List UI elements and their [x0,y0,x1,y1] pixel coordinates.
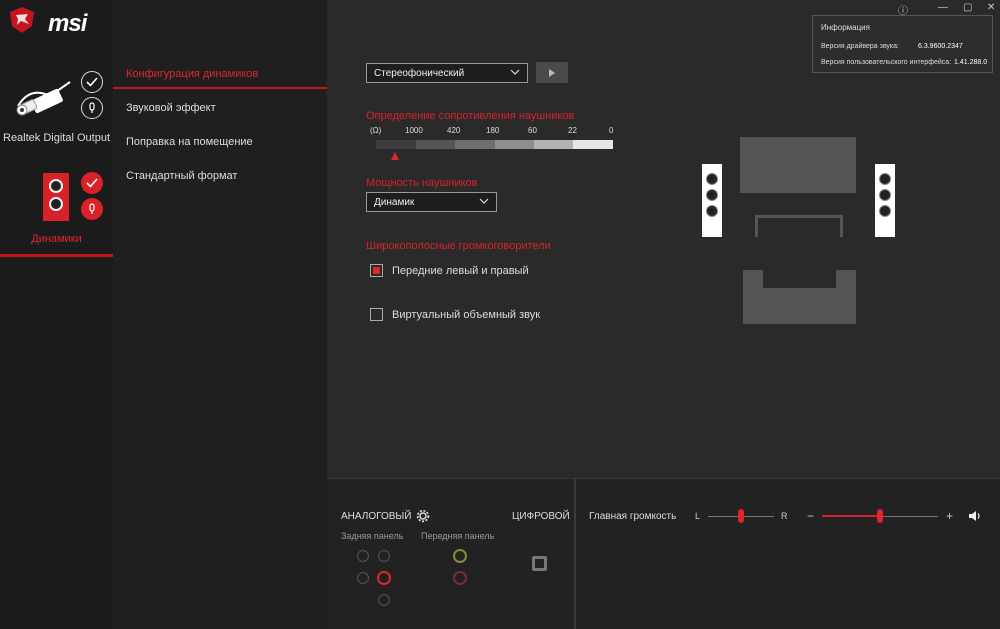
msi-logo: msi [8,6,118,37]
chevron-down-icon [479,198,489,204]
ui-version-value: 1.41.288.0 [954,59,988,66]
minimize-icon[interactable]: — [938,2,948,13]
info-panel: Информация Версия драйвера звука: 6.3.96… [812,15,993,73]
rear-panel-label: Задняя панель [341,531,404,541]
balance-slider-thumb[interactable] [738,509,744,523]
impedance-title: Определение сопротивления наушников [366,110,575,122]
speaker-config-value: Стереофонический [374,68,465,79]
chevron-down-icon [510,69,520,75]
default-device-check-icon [81,172,103,194]
active-tab-underline [113,87,327,89]
digital-label: ЦИФРОВОЙ [512,511,570,522]
headphone-power-value: Динамик [374,197,415,208]
headphone-jack[interactable] [453,549,467,563]
bottom-bar: АНАЛОГОВЫЙ ЦИФРОВОЙ Задняя панель Передн… [327,478,1000,629]
impedance-tick: 180 [486,126,500,135]
dragon-shield-icon [10,7,34,33]
default-comm-mic-icon[interactable] [81,97,103,119]
tab-room-correction[interactable]: Поправка на помещение [126,136,253,148]
info-title: Информация [821,23,870,32]
fullrange-title: Широкополосные громкоговорители [366,240,551,252]
tab-sound-effects[interactable]: Звуковой эффект [126,102,216,114]
default-device-check-icon [81,71,103,93]
headphone-power-title: Мощность наушников [366,177,478,189]
volume-down-button[interactable]: − [807,509,814,523]
mic-jack[interactable] [453,571,467,585]
impedance-tick: 420 [447,126,461,135]
balance-right-label: R [781,511,788,521]
balance-left-label: L [695,511,701,521]
gear-icon[interactable] [416,509,430,523]
logo-wordmark: msi [48,10,87,37]
front-panel-label: Передняя панель [421,531,495,541]
jack[interactable] [378,550,390,562]
tab-default-format[interactable]: Стандартный формат [126,170,237,182]
headphone-power-select[interactable]: Динамик [366,192,497,212]
volume-up-button[interactable]: + [946,509,953,523]
room-table [755,215,843,237]
speaker-config-select[interactable]: Стереофонический [366,63,528,83]
speaker-device-icon [43,173,69,221]
front-left-speaker-icon[interactable] [702,164,722,237]
master-volume-label: Главная громкость [589,511,677,522]
optical-plug-icon [16,81,71,116]
room-screen [740,137,856,193]
device-label-speakers: Динамики [31,233,82,245]
maximize-icon[interactable]: ▢ [963,2,972,13]
impedance-tick: 0 [609,126,614,135]
speaker-volume-icon[interactable] [968,510,982,522]
front-right-speaker-icon[interactable] [875,164,895,237]
main-panel: ⓘ — ▢ ✕ Стереофонический Определение соп… [327,0,1000,478]
volume-slider-thumb[interactable] [877,509,883,523]
default-comm-mic-icon[interactable] [81,198,103,220]
tab-speaker-configuration[interactable]: Конфигурация динамиков [126,68,258,80]
jack[interactable] [357,550,369,562]
spdif-port-icon[interactable] [532,556,547,571]
active-device-indicator [0,254,113,257]
device-label-digital: Realtek Digital Output [3,132,110,144]
front-lr-checkbox[interactable] [370,264,383,277]
virtual-surround-checkbox[interactable] [370,308,383,321]
play-test-button[interactable] [536,62,568,83]
driver-version-value: 6.3.9600.2347 [918,43,963,50]
play-icon [549,68,555,77]
analog-label: АНАЛОГОВЫЙ [341,511,412,522]
jack[interactable] [357,572,369,584]
ui-version-label: Версия пользовательского интерфейса: [821,59,952,66]
device-rail: msi Realtek Digital Output Динамики [0,0,113,629]
jack[interactable] [378,594,390,606]
virtual-surround-label: Виртуальный объемный звук [392,309,541,321]
driver-version-label: Версия драйвера звука: [821,43,899,50]
impedance-marker [391,152,399,160]
impedance-tick: 60 [528,126,537,135]
impedance-tick: 1000 [405,126,423,135]
volume-slider-fill [822,515,880,517]
front-lr-label: Передние левый и правый [392,265,529,277]
impedance-tick: 22 [568,126,577,135]
impedance-unit: (Ω) [370,126,382,135]
close-icon[interactable]: ✕ [987,2,995,13]
active-jack[interactable] [377,571,391,585]
settings-menu: Конфигурация динамиков Звуковой эффект П… [113,0,327,629]
